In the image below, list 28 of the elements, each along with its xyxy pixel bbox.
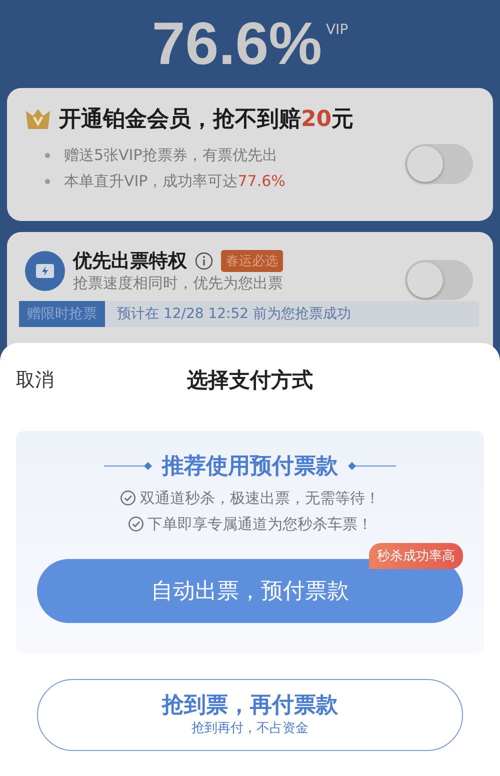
recommend-heading: 推荐使用预付票款 [162, 453, 338, 481]
success-rate: 76.6% [152, 12, 322, 76]
check-circle-icon [128, 516, 144, 532]
bullet-dot [45, 152, 50, 158]
line-ornament-icon [104, 462, 152, 470]
toggle-switch[interactable] [405, 144, 473, 184]
toggle-switch[interactable] [405, 260, 473, 300]
line-ornament-icon [348, 462, 396, 470]
benefit-point: 下单即享专属通道为您秒杀车票！ [148, 514, 372, 534]
benefit-point: 双通道秒杀，极速出票，无需等待！ [140, 488, 380, 508]
privilege-subtitle: 抢票速度相同时，优先为您出票 [73, 274, 283, 293]
vip-label: VIP [326, 22, 348, 38]
benefit-text: 本单直升VIP，成功率可达77.6% [64, 172, 286, 190]
crown-icon [25, 107, 51, 131]
info-icon[interactable] [195, 252, 213, 270]
privilege-title: 优先出票特权 [73, 249, 187, 274]
bullet-dot [45, 178, 50, 184]
check-circle-icon [120, 490, 136, 506]
ticket-icon [25, 250, 65, 290]
gift-label: 赠限时抢票 [19, 301, 105, 327]
benefit-text: 赠送5张VIP抢票券，有票优先出 [64, 146, 278, 164]
sheet-title: 选择支付方式 [187, 367, 313, 394]
membership-title: 开通铂金会员，抢不到赔20元 [59, 106, 354, 134]
promo-tag: 春运必选 [221, 250, 283, 272]
cancel-button[interactable]: 取消 [16, 367, 54, 393]
success-badge: 秒杀成功率高 [369, 543, 463, 569]
estimate-text: 预计在 12/28 12:52 前为您抢票成功 [117, 305, 352, 323]
pay-later-button[interactable]: 抢到票，再付票款 抢到再付，不占资金 [37, 679, 463, 751]
